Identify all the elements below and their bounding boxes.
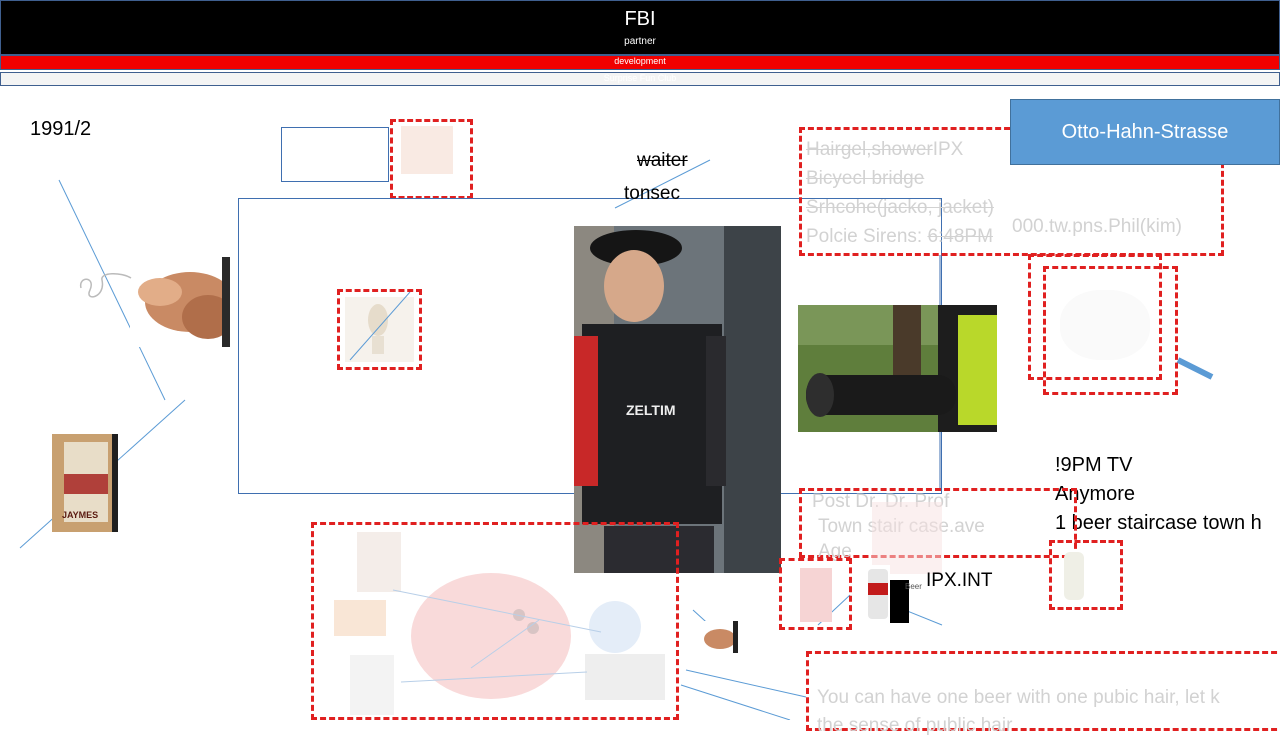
bottom-faint-text: You can have one beer with one pubic hai… (817, 684, 1220, 740)
dashed-frame-bottle (1049, 540, 1123, 610)
note-1a: Hairgel,shower (806, 139, 933, 160)
hair-squiggle (80, 273, 132, 298)
faded-bottle-photo (1064, 552, 1084, 600)
tonsec-label: tonsec (624, 183, 680, 204)
beer-bottle-photo: JAYMES (52, 434, 118, 532)
faint-notes: Hairgel,showerIPX Bicyecl bridge Srhcohe… (806, 135, 994, 251)
street-callout[interactable]: Otto-Hahn-Strasse (1010, 99, 1280, 165)
small-hand-photo (700, 621, 738, 653)
hand-photo (130, 257, 230, 347)
struck-word: waiter (637, 150, 688, 171)
officer-photo: ZELTIM (574, 226, 781, 573)
note-2: Bicyecl bridge (806, 168, 925, 189)
small-beer-label: Beer (905, 582, 922, 591)
faded-portrait-photo (401, 126, 453, 174)
bottom-text-line-2: the sense of public hair (817, 715, 1013, 736)
faded-diagram (392, 573, 665, 700)
right-notes: !9PM TV Anymore 1 beer staircase town h (1055, 451, 1262, 538)
bottom-text-line-1: You can have one beer with one pubic hai… (817, 687, 1220, 708)
note-4b: 6:48PM (927, 226, 993, 247)
small-empty-box (281, 127, 389, 182)
bottle-label: JAYMES (62, 510, 99, 520)
note-3: Srhcohe(jacko, jacket) (806, 197, 994, 218)
year-label: 1991/2 (30, 118, 92, 140)
note-1b: IPX (932, 139, 964, 160)
faded-trophy-photo (345, 292, 414, 362)
right-note-3: 1 beer staircase town h (1055, 512, 1262, 534)
beer-can-photo (866, 565, 890, 623)
right-note-1: !9PM TV (1055, 454, 1133, 476)
faded-object-photo (1060, 290, 1150, 360)
vest-label: ZELTIM (626, 402, 676, 418)
faint-id: 000.tw.pns.Phil(kim) (1012, 216, 1183, 237)
faded-pants-photo (800, 568, 832, 622)
note-4a: Polcie Sirens: (806, 226, 928, 247)
faded-pink-photo (872, 502, 942, 574)
right-note-2: Anymore (1055, 483, 1136, 505)
spotting-scope-photo (798, 305, 997, 432)
ipx-label: IPX.INT (926, 570, 993, 591)
